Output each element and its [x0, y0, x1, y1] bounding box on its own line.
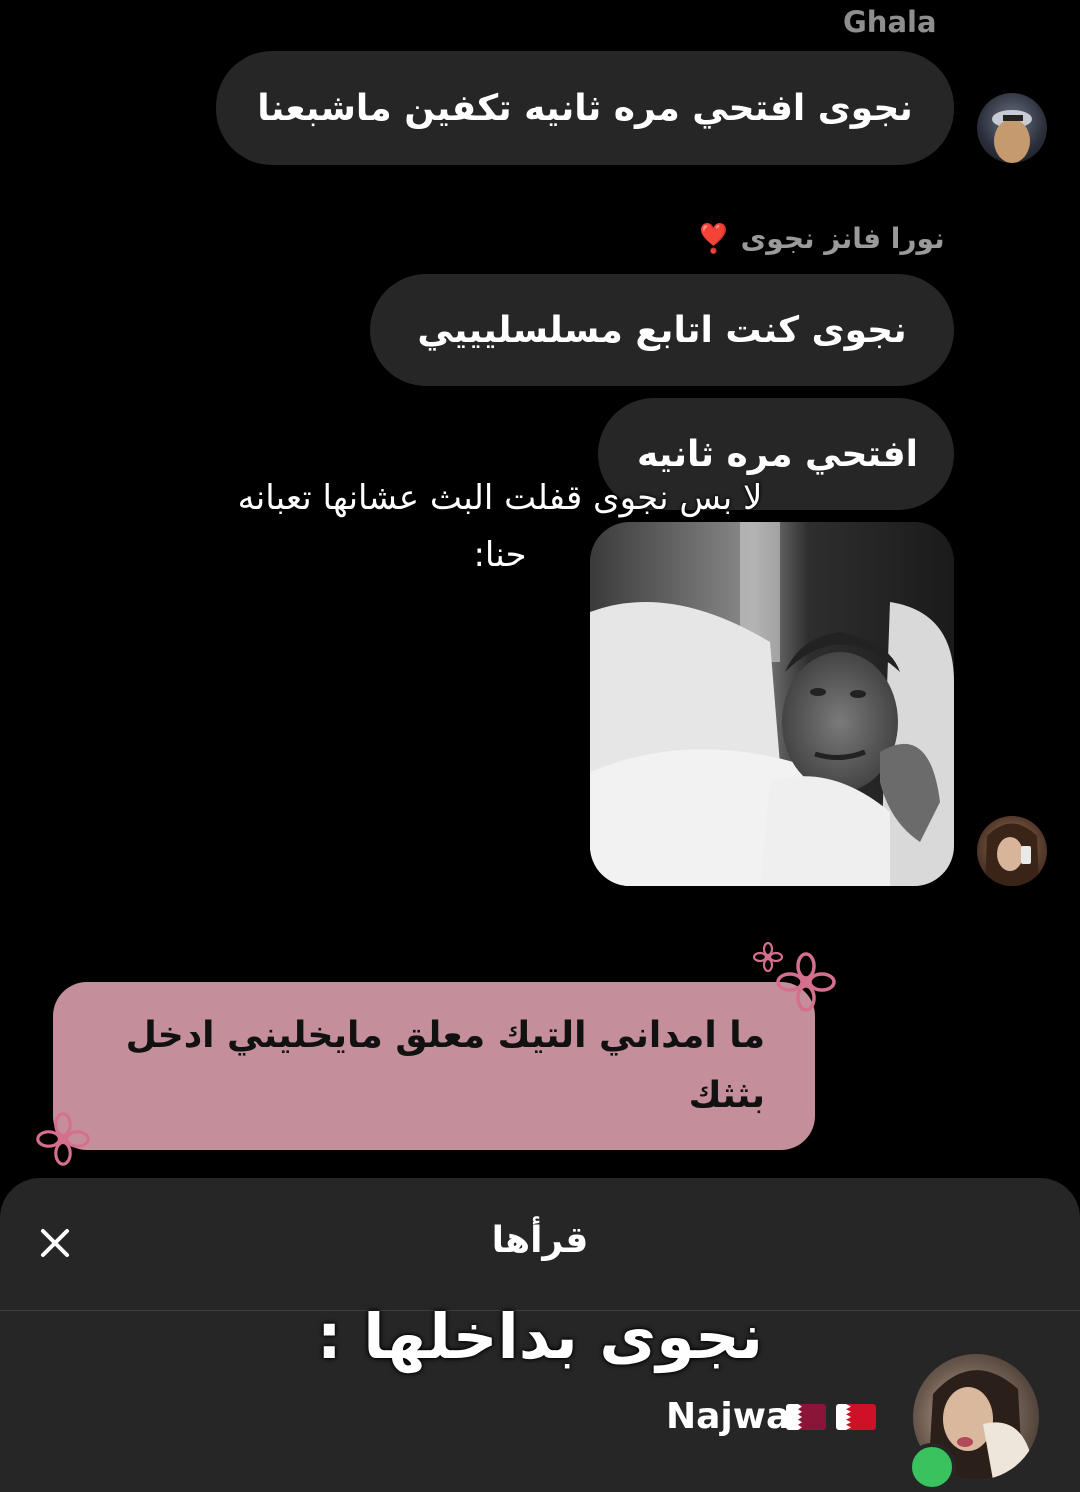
person-in-bed-photo — [590, 522, 954, 886]
pink-message-box: ما امداني التيك معلق مايخليني ادخل بثثك — [53, 982, 815, 1150]
sender-avatar[interactable] — [977, 816, 1047, 886]
online-status-icon — [908, 1443, 956, 1491]
sender-name: Ghala — [843, 5, 937, 39]
overlay-caption-large: نجوى بداخلها : — [316, 1300, 764, 1373]
reply-label-text: نورا فانز نجوى — [740, 222, 945, 255]
heart-icon: ❣️ — [696, 222, 731, 255]
message-bubble[interactable]: نجوى افتحي مره ثانيه تكفين ماشبعنا — [216, 51, 954, 165]
close-icon[interactable] — [34, 1222, 76, 1264]
avatar-image-icon — [985, 823, 1039, 886]
reply-label: نورا فانز نجوى ❣️ — [696, 222, 945, 255]
overlay-caption-we: حنا: — [473, 535, 527, 575]
qatar-flag-icon — [786, 1404, 826, 1430]
photo-message[interactable] — [590, 522, 954, 886]
reader-name: Najwa — [666, 1396, 791, 1437]
flower-icon — [36, 1112, 90, 1166]
overlay-caption: لا بس نجوى قفلت البث عشانها تعبانه — [237, 478, 763, 518]
sender-avatar[interactable] — [977, 93, 1047, 163]
bahrain-flag-icon — [836, 1404, 876, 1430]
message-bubble[interactable]: نجوى كنت اتابع مسلسليييي — [370, 274, 954, 386]
sheet-title: قرأها — [491, 1220, 589, 1261]
flower-icon — [776, 952, 836, 1012]
avatar-image-icon — [992, 110, 1032, 163]
